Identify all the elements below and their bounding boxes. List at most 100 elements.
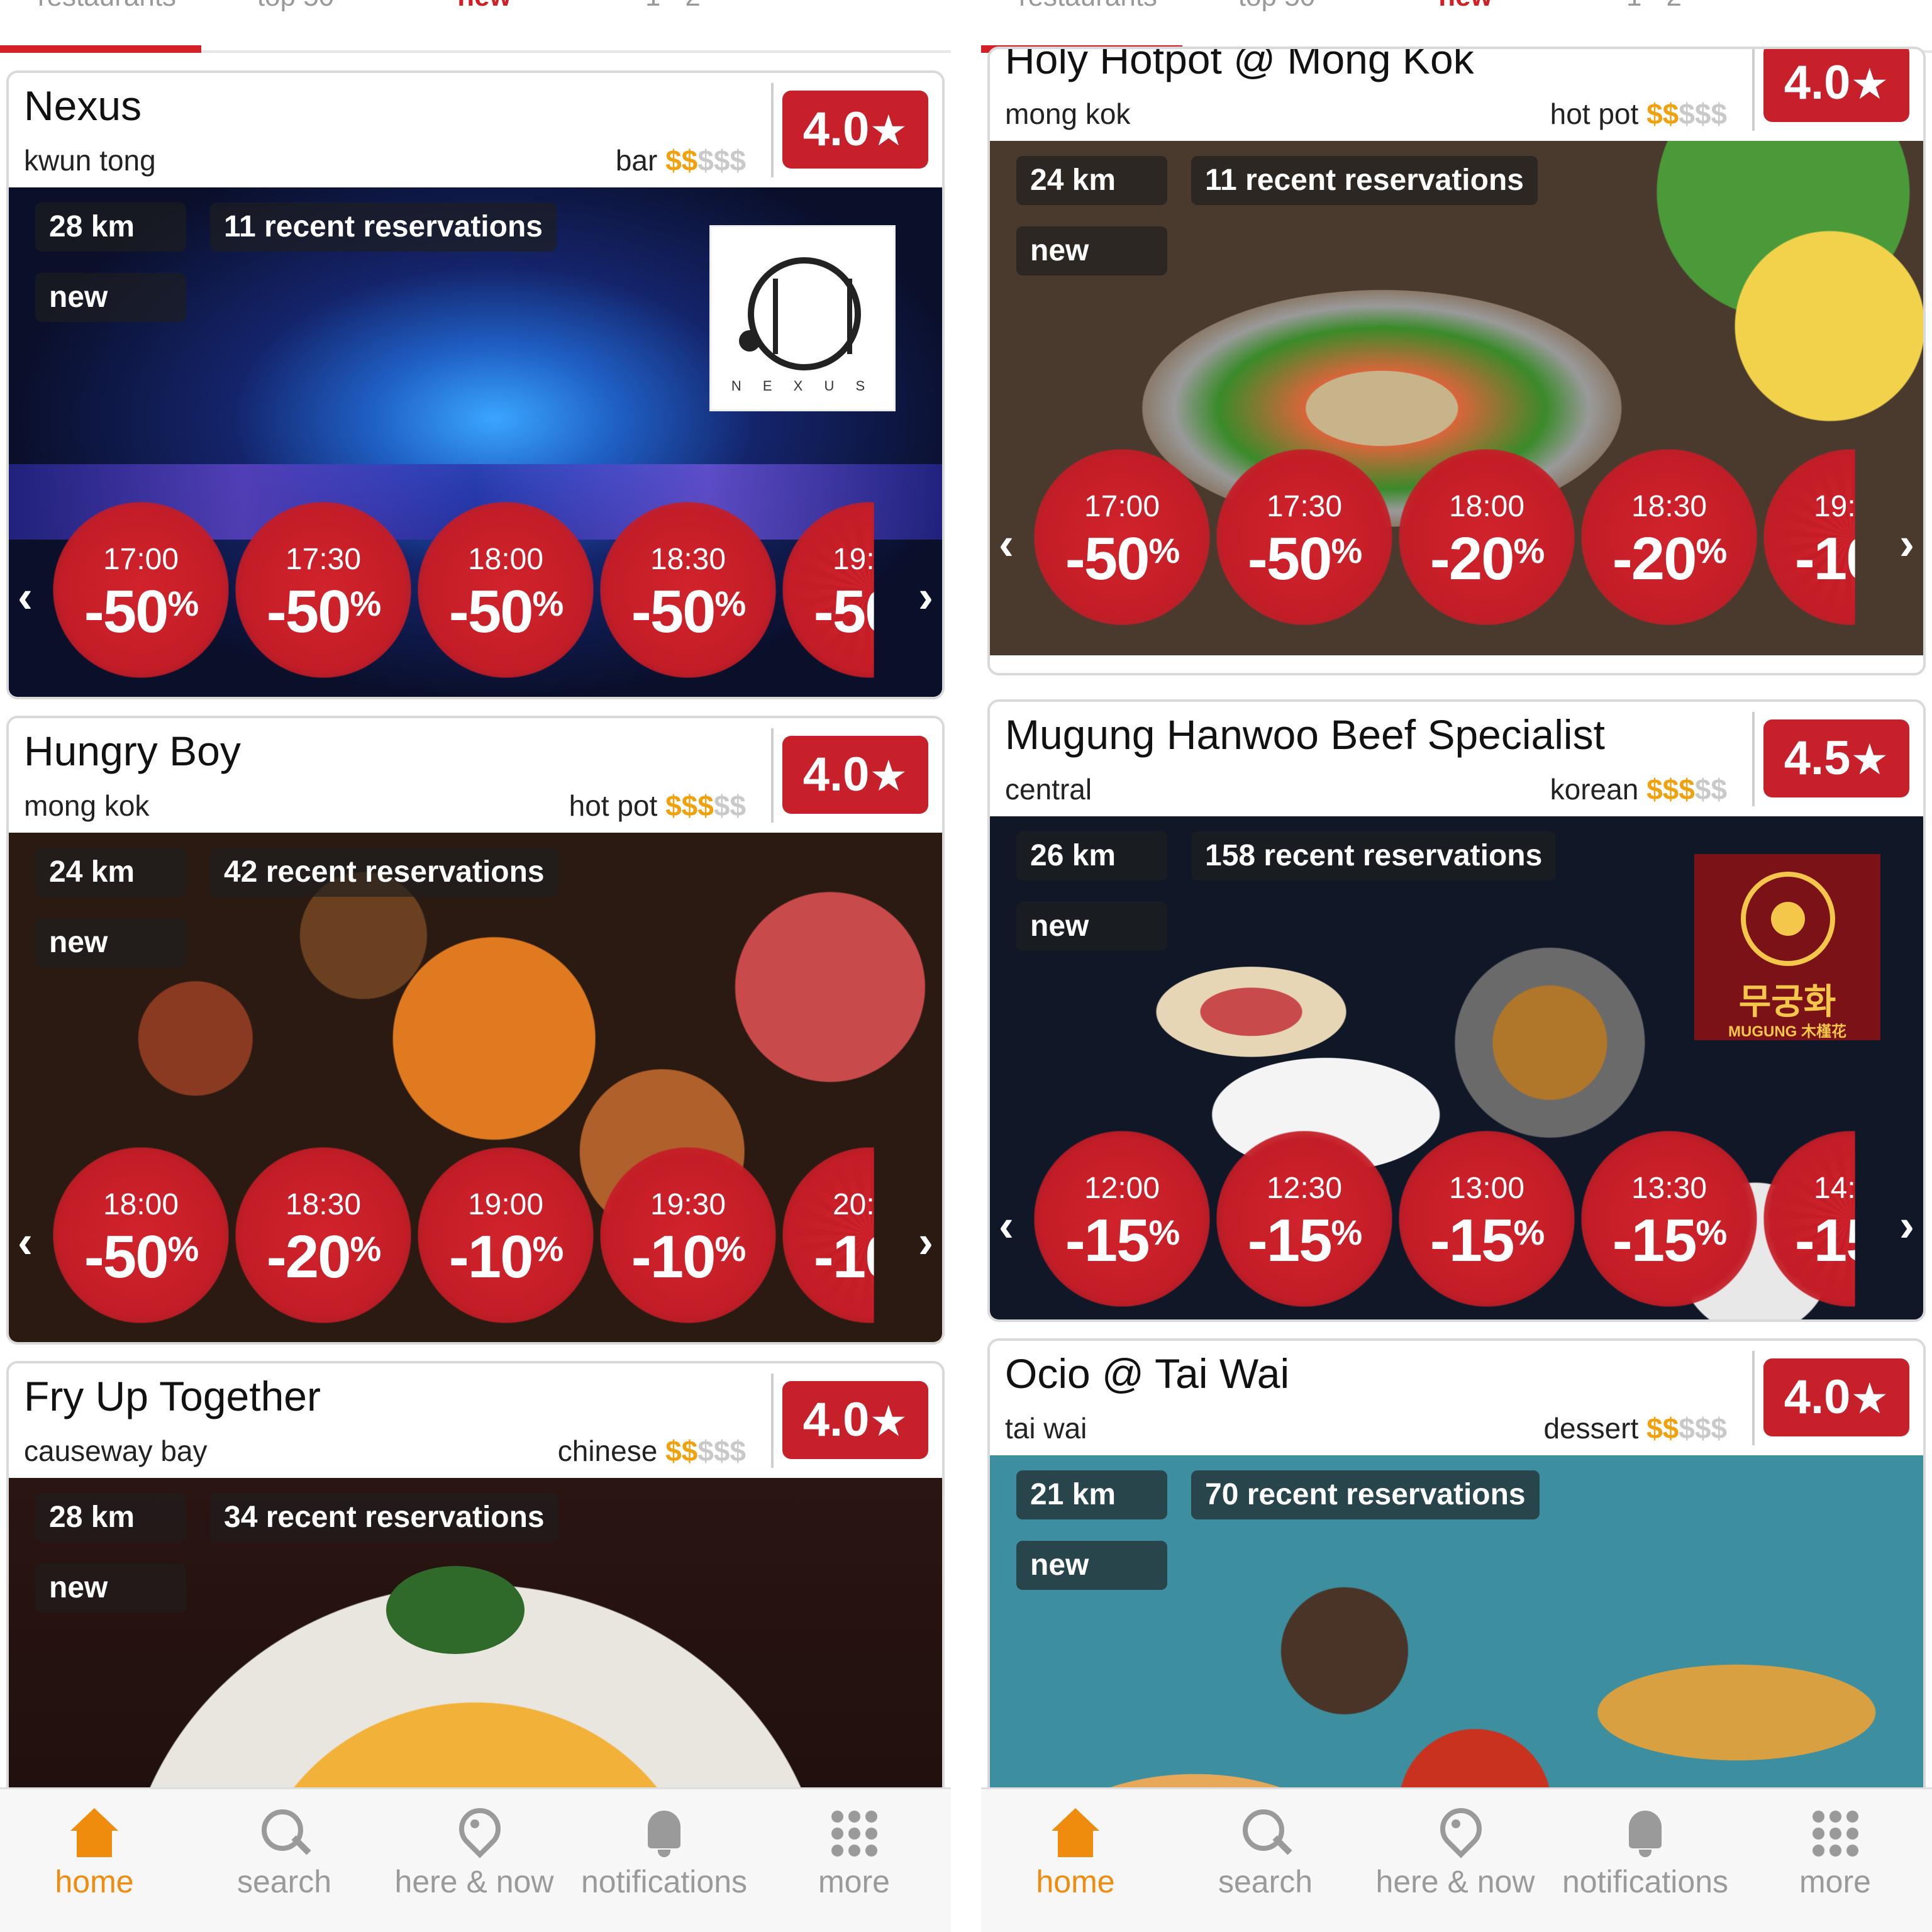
card-header: Fry Up Together causeway bay chinese $$$… <box>9 1363 942 1478</box>
logo-dot-icon <box>739 330 760 352</box>
restaurant-card[interactable]: Holy Hotpot @ Mong Kok mong kok hot pot … <box>987 47 1926 675</box>
restaurant-card[interactable]: Mugung Hanwoo Beef Specialist central ko… <box>987 699 1926 1322</box>
restaurant-area: causeway bay <box>24 1435 208 1467</box>
deal-discount: -10% <box>418 1223 594 1292</box>
price-level-off: $$ <box>713 789 746 822</box>
tab-page-range[interactable]: 1 - 2 <box>1560 0 1748 13</box>
rating-badge: 4.0★ <box>782 736 928 814</box>
tabbar-more[interactable]: more <box>760 1789 948 1932</box>
new-badge: new <box>35 918 186 967</box>
deal-discount-value: -50 <box>813 578 897 645</box>
price-level-on: $$ <box>665 1435 698 1467</box>
deal-slot[interactable]: 19:30 -10% <box>600 1147 776 1323</box>
flower-icon <box>1741 872 1835 966</box>
chevron-left-icon[interactable]: ‹ <box>999 1200 1014 1252</box>
tab-page-range[interactable]: 1 - 2 <box>579 0 767 13</box>
deal-time: 19:00 <box>467 1188 544 1221</box>
restaurant-photo[interactable]: 28 km 11 recent reservations new N E X U… <box>9 187 942 697</box>
deal-slot[interactable]: 18:30 -20% <box>1581 449 1757 625</box>
restaurant-photo[interactable]: 24 km 11 recent reservations new 17:00 -… <box>990 141 1923 655</box>
chevron-left-icon[interactable]: ‹ <box>18 571 33 623</box>
restaurant-photo[interactable]: 24 km 42 recent reservations new 18:00 -… <box>9 833 942 1342</box>
deal-discount: -50% <box>1216 525 1392 594</box>
tabbar-notifications[interactable]: notifications <box>570 1789 758 1932</box>
percent-sign: % <box>167 584 199 623</box>
deal-slot[interactable]: 19:00 -10% <box>418 1147 594 1323</box>
restaurant-name: Ocio @ Tai Wai <box>1005 1350 1290 1397</box>
tab-new[interactable]: new <box>390 0 579 13</box>
distance-chip: 26 km <box>1016 831 1167 880</box>
distance-chip: 21 km <box>1016 1470 1167 1519</box>
deal-slot[interactable]: 13:00 -15% <box>1399 1131 1575 1307</box>
chevron-left-icon[interactable]: ‹ <box>18 1216 33 1268</box>
star-icon: ★ <box>1850 1375 1889 1423</box>
star-icon: ★ <box>869 107 908 155</box>
price-level-off: $$$ <box>697 1435 746 1467</box>
tabbar-here-and-now[interactable]: here & now <box>1361 1789 1550 1932</box>
tab-new[interactable]: new <box>1371 0 1560 13</box>
reservations-chip: 158 recent reservations <box>1191 831 1557 880</box>
deal-discount: -50% <box>235 577 411 647</box>
chevron-right-icon[interactable]: › <box>1899 1200 1914 1252</box>
tab-restaurants[interactable]: restaurants <box>13 0 201 13</box>
tabbar-more[interactable]: more <box>1741 1789 1929 1932</box>
deal-slot[interactable]: 18:00 -50% <box>418 502 594 678</box>
tab-top-50[interactable]: top 50 <box>1182 0 1371 13</box>
chevron-right-icon[interactable]: › <box>1899 518 1914 570</box>
app-screen-left: restaurants top 50 new 1 - 2 Nexus kwun … <box>0 0 951 1932</box>
deal-discount-value: -50 <box>1247 525 1333 592</box>
deal-slot[interactable]: 18:30 -50% <box>600 502 776 678</box>
percent-sign: % <box>350 1229 381 1269</box>
deal-discount-value: -20 <box>1430 525 1515 592</box>
tabbar-home[interactable]: home <box>0 1789 189 1932</box>
deal-time: 17:00 <box>103 543 179 576</box>
deal-discount-value: -15 <box>1065 1207 1150 1274</box>
restaurant-card[interactable]: Nexus kwun tong bar $$$$$ 4.0★ 28 km 11 … <box>6 70 945 699</box>
chevron-right-icon[interactable]: › <box>918 571 933 623</box>
divider <box>1752 712 1755 806</box>
tab-restaurants[interactable]: restaurants <box>994 0 1182 13</box>
rating-value: 4.0 <box>802 1393 870 1446</box>
home-icon <box>69 1808 119 1858</box>
deal-slot[interactable]: 17:00 -50% <box>1034 449 1210 625</box>
tabbar-label: home <box>55 1864 134 1899</box>
deal-slot[interactable]: 17:00 -50% <box>53 502 229 678</box>
tabbar-notifications[interactable]: notifications <box>1551 1789 1740 1932</box>
deal-discount-value: -10 <box>813 1223 897 1291</box>
restaurant-category: chinese <box>557 1435 658 1467</box>
deal-discount-value: -50 <box>84 578 169 645</box>
tabbar-search[interactable]: search <box>1171 1789 1360 1932</box>
deal-slot[interactable]: 18:30 -20% <box>235 1147 411 1323</box>
card-header: Nexus kwun tong bar $$$$$ 4.0★ <box>9 73 942 187</box>
deal-slot[interactable]: 12:00 -15% <box>1034 1131 1210 1307</box>
star-icon: ★ <box>1850 736 1889 784</box>
restaurant-name: Hungry Boy <box>24 728 241 774</box>
tabbar-here-and-now[interactable]: here & now <box>380 1789 569 1932</box>
tabbar-home[interactable]: home <box>981 1789 1170 1932</box>
tabbar-label: more <box>818 1864 890 1899</box>
app-screen-right: restaurants top 50 new 1 - 2 Holy Hotpot… <box>981 0 1932 1932</box>
tab-top-50[interactable]: top 50 <box>201 0 390 13</box>
tabbar-search[interactable]: search <box>190 1789 379 1932</box>
restaurant-card[interactable]: Hungry Boy mong kok hot pot $$$$$ 4.0★ 2… <box>6 716 945 1345</box>
percent-sign: % <box>1513 531 1545 570</box>
percent-sign: % <box>1148 1213 1180 1252</box>
deal-slot[interactable]: 17:30 -50% <box>1216 449 1392 625</box>
restaurant-meta: korean $$$$$ <box>1550 772 1727 806</box>
distance-chip: 28 km <box>35 1493 186 1542</box>
deal-slot[interactable]: 18:00 -20% <box>1399 449 1575 625</box>
deal-slot[interactable]: 12:30 -15% <box>1216 1131 1392 1307</box>
deal-slot[interactable]: 17:30 -50% <box>235 502 411 678</box>
price-level-on: $$ <box>1646 1412 1679 1445</box>
chevron-right-icon[interactable]: › <box>918 1216 933 1268</box>
logo-ring-icon <box>748 257 861 370</box>
deal-slot[interactable]: 13:30 -15% <box>1581 1131 1757 1307</box>
deal-discount: -50% <box>600 577 776 647</box>
deal-time: 18:30 <box>1631 490 1707 523</box>
restaurant-photo[interactable]: 26 km 158 recent reservations new 무궁화 MU… <box>990 816 1923 1319</box>
deal-time: 12:30 <box>1266 1172 1343 1205</box>
logo-text: N E X U S <box>731 378 874 394</box>
percent-sign: % <box>532 1229 564 1269</box>
deal-slot[interactable]: 18:00 -50% <box>53 1147 229 1323</box>
chevron-left-icon[interactable]: ‹ <box>999 518 1014 570</box>
